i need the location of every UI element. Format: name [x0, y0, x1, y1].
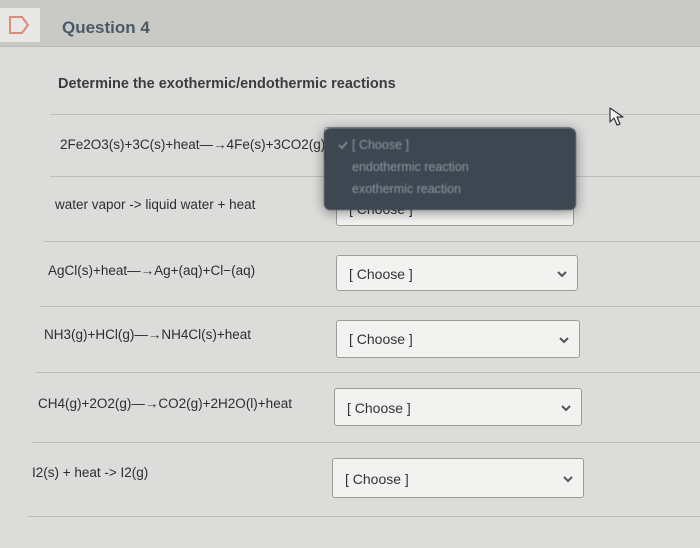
- reaction-dropdown-menu[interactable]: [ Choose ] endothermic reaction exotherm…: [324, 128, 576, 210]
- divider: [28, 516, 700, 517]
- dropdown-option-choose[interactable]: [ Choose ]: [352, 138, 409, 152]
- reaction-select-3[interactable]: [ Choose ]: [336, 255, 578, 291]
- divider: [40, 306, 700, 307]
- pointer-cursor-icon: [609, 107, 624, 126]
- divider: [50, 114, 700, 115]
- reaction-label-4: NH3(g)+HCl(g)—→NH4Cl(s)+heat: [44, 327, 252, 342]
- divider: [44, 241, 700, 242]
- flag-question-button[interactable]: [0, 8, 40, 42]
- question-title: Question 4: [62, 18, 150, 37]
- reaction-label-2: water vapor -> liquid water + heat: [55, 197, 256, 212]
- reaction-label-6: I2(s) + heat -> I2(g): [32, 465, 149, 480]
- reaction-label-5: CH4(g)+2O2(g)—→CO2(g)+2H2O(l)+heat: [38, 396, 292, 411]
- dropdown-option-endothermic[interactable]: endothermic reaction: [352, 160, 469, 174]
- reaction-select-4[interactable]: [ Choose ]: [336, 320, 580, 358]
- reaction-select-6-value: [ Choose ]: [345, 471, 409, 487]
- reaction-select-5-value: [ Choose ]: [347, 400, 411, 416]
- chevron-down-icon: [559, 337, 569, 344]
- chevron-down-icon: [561, 405, 571, 412]
- reaction-label-1: 2Fe2O3(s)+3C(s)+heat—→4Fe(s)+3CO2(g): [60, 137, 326, 152]
- divider: [36, 372, 700, 373]
- chevron-down-icon: [557, 271, 567, 278]
- reaction-select-5[interactable]: [ Choose ]: [334, 388, 582, 426]
- divider: [32, 442, 700, 443]
- reaction-select-6[interactable]: [ Choose ]: [332, 458, 584, 498]
- reaction-select-3-value: [ Choose ]: [349, 266, 413, 282]
- check-icon: [338, 141, 348, 150]
- reaction-select-4-value: [ Choose ]: [349, 331, 413, 347]
- flag-icon: [9, 16, 30, 34]
- question-prompt: Determine the exothermic/endothermic rea…: [58, 76, 396, 92]
- chevron-down-icon: [563, 476, 573, 483]
- reaction-label-3: AgCl(s)+heat—→Ag+(aq)+Cl−(aq): [48, 263, 256, 278]
- dropdown-option-exothermic[interactable]: exothermic reaction: [352, 182, 461, 196]
- question-header: Question 4: [0, 0, 700, 47]
